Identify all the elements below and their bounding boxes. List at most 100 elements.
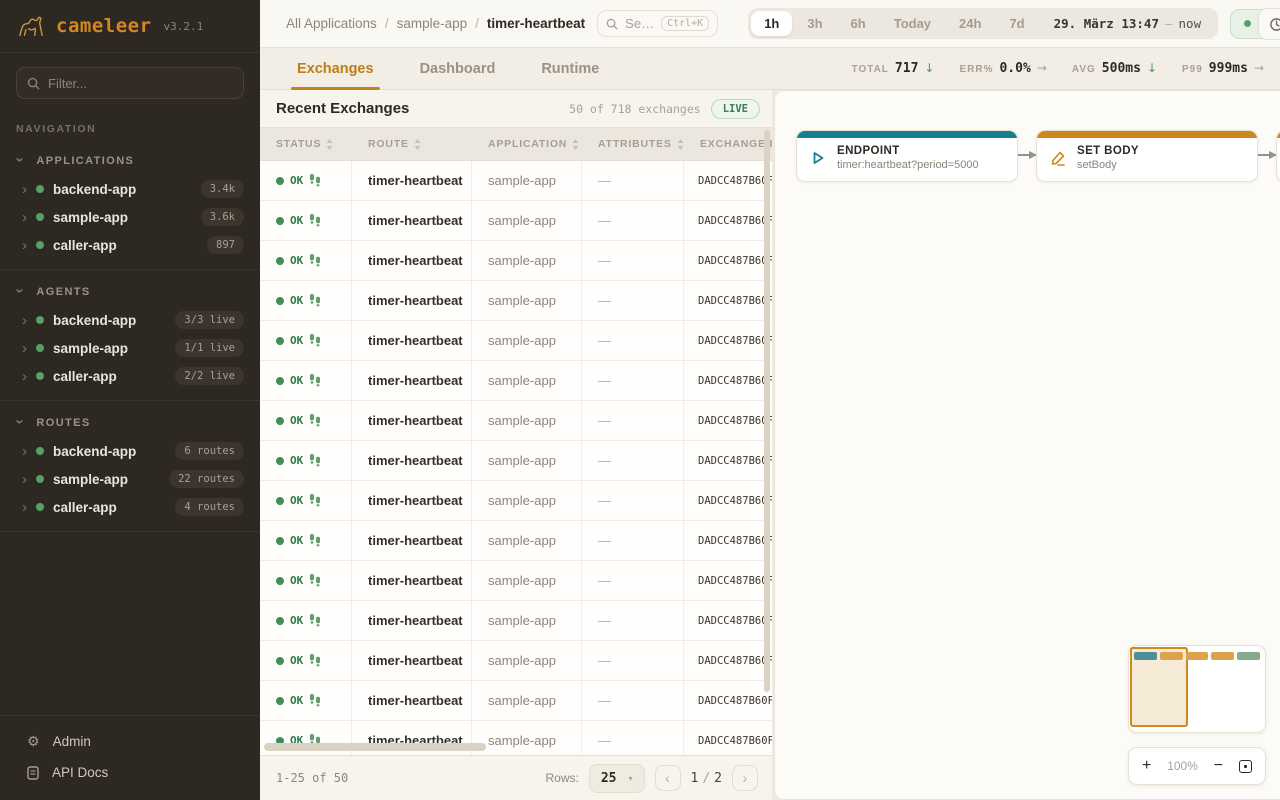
table-row[interactable]: OKtimer-heartbeatsample-app—DADCC487B60F… xyxy=(260,521,772,561)
tabs: Exchanges Dashboard Runtime xyxy=(295,61,643,89)
table-row[interactable]: OKtimer-heartbeatsample-app—DADCC487B60F… xyxy=(260,201,772,241)
search-button[interactable]: Se… Ctrl+K xyxy=(597,10,718,37)
stat-label: TOTAL xyxy=(852,64,889,75)
stat-value: 999ms xyxy=(1209,61,1248,76)
node-endpoint[interactable]: ENDPOINT timer:heartbeat?period=5000 xyxy=(796,130,1018,182)
refresh-interval-button[interactable] xyxy=(1258,8,1280,40)
table-row[interactable]: OKtimer-heartbeatsample-app—DADCC487B60F… xyxy=(260,321,772,361)
vertical-scrollbar[interactable] xyxy=(764,130,770,692)
sidebar-item-sample-app[interactable]: ›sample-app3.6k xyxy=(0,203,260,231)
breadcrumb-all-applications[interactable]: All Applications xyxy=(286,16,377,31)
table-row[interactable]: OKtimer-heartbeatsample-app—DADCC487B60F… xyxy=(260,681,772,721)
prev-page-button[interactable]: ‹ xyxy=(655,765,681,791)
cell-exchange-id: DADCC487B60F8 xyxy=(684,681,772,720)
tab-dashboard[interactable]: Dashboard xyxy=(418,61,498,89)
cell-status: OK xyxy=(260,481,352,520)
row-range-label: 1-25 of 50 xyxy=(276,771,348,785)
sidebar-item-caller-app[interactable]: ›caller-app2/2 live xyxy=(0,362,260,390)
column-header-route[interactable]: ROUTE xyxy=(352,138,472,150)
cell-exchange-id: DADCC487B60F8 xyxy=(684,561,772,600)
fit-view-icon[interactable] xyxy=(1239,760,1252,773)
cell-application: sample-app xyxy=(472,281,582,320)
horizontal-scrollbar[interactable] xyxy=(264,743,486,751)
table-row[interactable]: OKtimer-heartbeatsample-app—DADCC487B60F… xyxy=(260,561,772,601)
tab-exchanges[interactable]: Exchanges xyxy=(295,61,376,89)
breadcrumb-sample-app[interactable]: sample-app xyxy=(397,16,468,31)
table-row[interactable]: OKtimer-heartbeatsample-app—DADCC487B60F… xyxy=(260,241,772,281)
section-header-agents[interactable]: ›AGENTS xyxy=(0,274,260,306)
exchange-id-value: DADCC487B60F8 xyxy=(698,455,772,467)
sidebar-item-backend-app[interactable]: ›backend-app3/3 live xyxy=(0,306,260,334)
sidebar-item-sample-app[interactable]: ›sample-app22 routes xyxy=(0,465,260,493)
chevron-right-icon: › xyxy=(22,182,27,197)
zoom-out-button[interactable]: − xyxy=(1214,758,1223,774)
topbar: All Applications / sample-app / timer-he… xyxy=(260,0,1280,48)
cell-route: timer-heartbeat xyxy=(352,241,472,280)
time-range-1h[interactable]: 1h xyxy=(751,11,792,36)
sidebar-item-caller-app[interactable]: ›caller-app4 routes xyxy=(0,493,260,521)
route-value: timer-heartbeat xyxy=(368,653,463,668)
node-set-body[interactable]: SET BODY setBody xyxy=(1036,130,1258,182)
application-value: sample-app xyxy=(488,413,556,428)
route-value: timer-heartbeat xyxy=(368,613,463,628)
sidebar-item-label: sample-app xyxy=(53,341,128,356)
time-range-3h[interactable]: 3h xyxy=(794,11,835,36)
attributes-value: — xyxy=(598,173,611,188)
column-header-application[interactable]: APPLICATION xyxy=(472,138,582,150)
table-row[interactable]: OKtimer-heartbeatsample-app—DADCC487B60F… xyxy=(260,161,772,201)
section-header-routes[interactable]: ›ROUTES xyxy=(0,405,260,437)
exchange-id-value: DADCC487B60F8 xyxy=(698,655,772,667)
sidebar-item-sample-app[interactable]: ›sample-app1/1 live xyxy=(0,334,260,362)
exchange-id-value: DADCC487B60F8 xyxy=(698,535,772,547)
status-value: OK xyxy=(290,374,303,387)
sidebar-section: ›AGENTS›backend-app3/3 live›sample-app1/… xyxy=(0,270,260,401)
status-value: OK xyxy=(290,334,303,347)
date-range-display[interactable]: 29. März 13:47—now xyxy=(1038,16,1215,31)
table-row[interactable]: OKtimer-heartbeatsample-app—DADCC487B60F… xyxy=(260,601,772,641)
zoom-in-button[interactable]: + xyxy=(1142,758,1151,774)
route-value: timer-heartbeat xyxy=(368,693,463,708)
rows-per-page-select[interactable]: 25 ▾ xyxy=(589,764,645,793)
sidebar-item-backend-app[interactable]: ›backend-app3.4k xyxy=(0,175,260,203)
minimap[interactable] xyxy=(1128,645,1266,733)
cell-status: OK xyxy=(260,561,352,600)
route-value: timer-heartbeat xyxy=(368,453,463,468)
table-row[interactable]: OKtimer-heartbeatsample-app—DADCC487B60F… xyxy=(260,361,772,401)
table-row[interactable]: OKtimer-heartbeatsample-app—DADCC487B60F… xyxy=(260,281,772,321)
time-range-today[interactable]: Today xyxy=(881,11,944,36)
sidebar-item-caller-app[interactable]: ›caller-app897 xyxy=(0,231,260,259)
sidebar-item-admin[interactable]: ⚙ Admin xyxy=(0,726,260,757)
node-partial[interactable] xyxy=(1276,130,1280,182)
minimap-node-bar xyxy=(1237,652,1260,660)
table-row[interactable]: OKtimer-heartbeatsample-app—DADCC487B60F… xyxy=(260,401,772,441)
ok-dot-icon xyxy=(276,337,284,345)
cell-exchange-id: DADCC487B60F8 xyxy=(684,481,772,520)
tab-runtime[interactable]: Runtime xyxy=(539,61,601,89)
attributes-value: — xyxy=(598,453,611,468)
status-dot-icon xyxy=(36,185,44,193)
time-range-24h[interactable]: 24h xyxy=(946,11,994,36)
section-header-applications[interactable]: ›APPLICATIONS xyxy=(0,143,260,175)
table-row[interactable]: OKtimer-heartbeatsample-app—DADCC487B60F… xyxy=(260,441,772,481)
zoom-controls: + 100% − xyxy=(1128,747,1266,785)
table-row[interactable]: OKtimer-heartbeatsample-app—DADCC487B60F… xyxy=(260,481,772,521)
sidebar-item-api-docs[interactable]: API Docs xyxy=(0,757,260,788)
logo-row[interactable]: cameleer v3.2.1 xyxy=(0,0,260,53)
table-row[interactable]: OKtimer-heartbeatsample-app—DADCC487B60F… xyxy=(260,641,772,681)
cell-status: OK xyxy=(260,281,352,320)
time-range-7d[interactable]: 7d xyxy=(996,11,1037,36)
attributes-value: — xyxy=(598,573,611,588)
column-header-exchange-id[interactable]: EXCHANGE ID xyxy=(684,138,772,150)
attributes-value: — xyxy=(598,493,611,508)
time-range-6h[interactable]: 6h xyxy=(838,11,879,36)
stats-bar: TOTAL717↓ERR%0.0%→AVG500ms↓P99999ms→ xyxy=(852,61,1264,89)
filter-input[interactable]: Filter... xyxy=(16,67,244,99)
column-header-status[interactable]: STATUS xyxy=(260,138,352,150)
status-dot-icon xyxy=(36,447,44,455)
next-page-button[interactable]: › xyxy=(732,765,758,791)
column-header-attributes[interactable]: ATTRIBUTES xyxy=(582,138,684,150)
route-diagram-canvas[interactable]: ENDPOINT timer:heartbeat?period=5000 SET… xyxy=(774,90,1280,800)
minimap-node-bar xyxy=(1134,652,1157,660)
sidebar-item-backend-app[interactable]: ›backend-app6 routes xyxy=(0,437,260,465)
ok-dot-icon xyxy=(276,377,284,385)
